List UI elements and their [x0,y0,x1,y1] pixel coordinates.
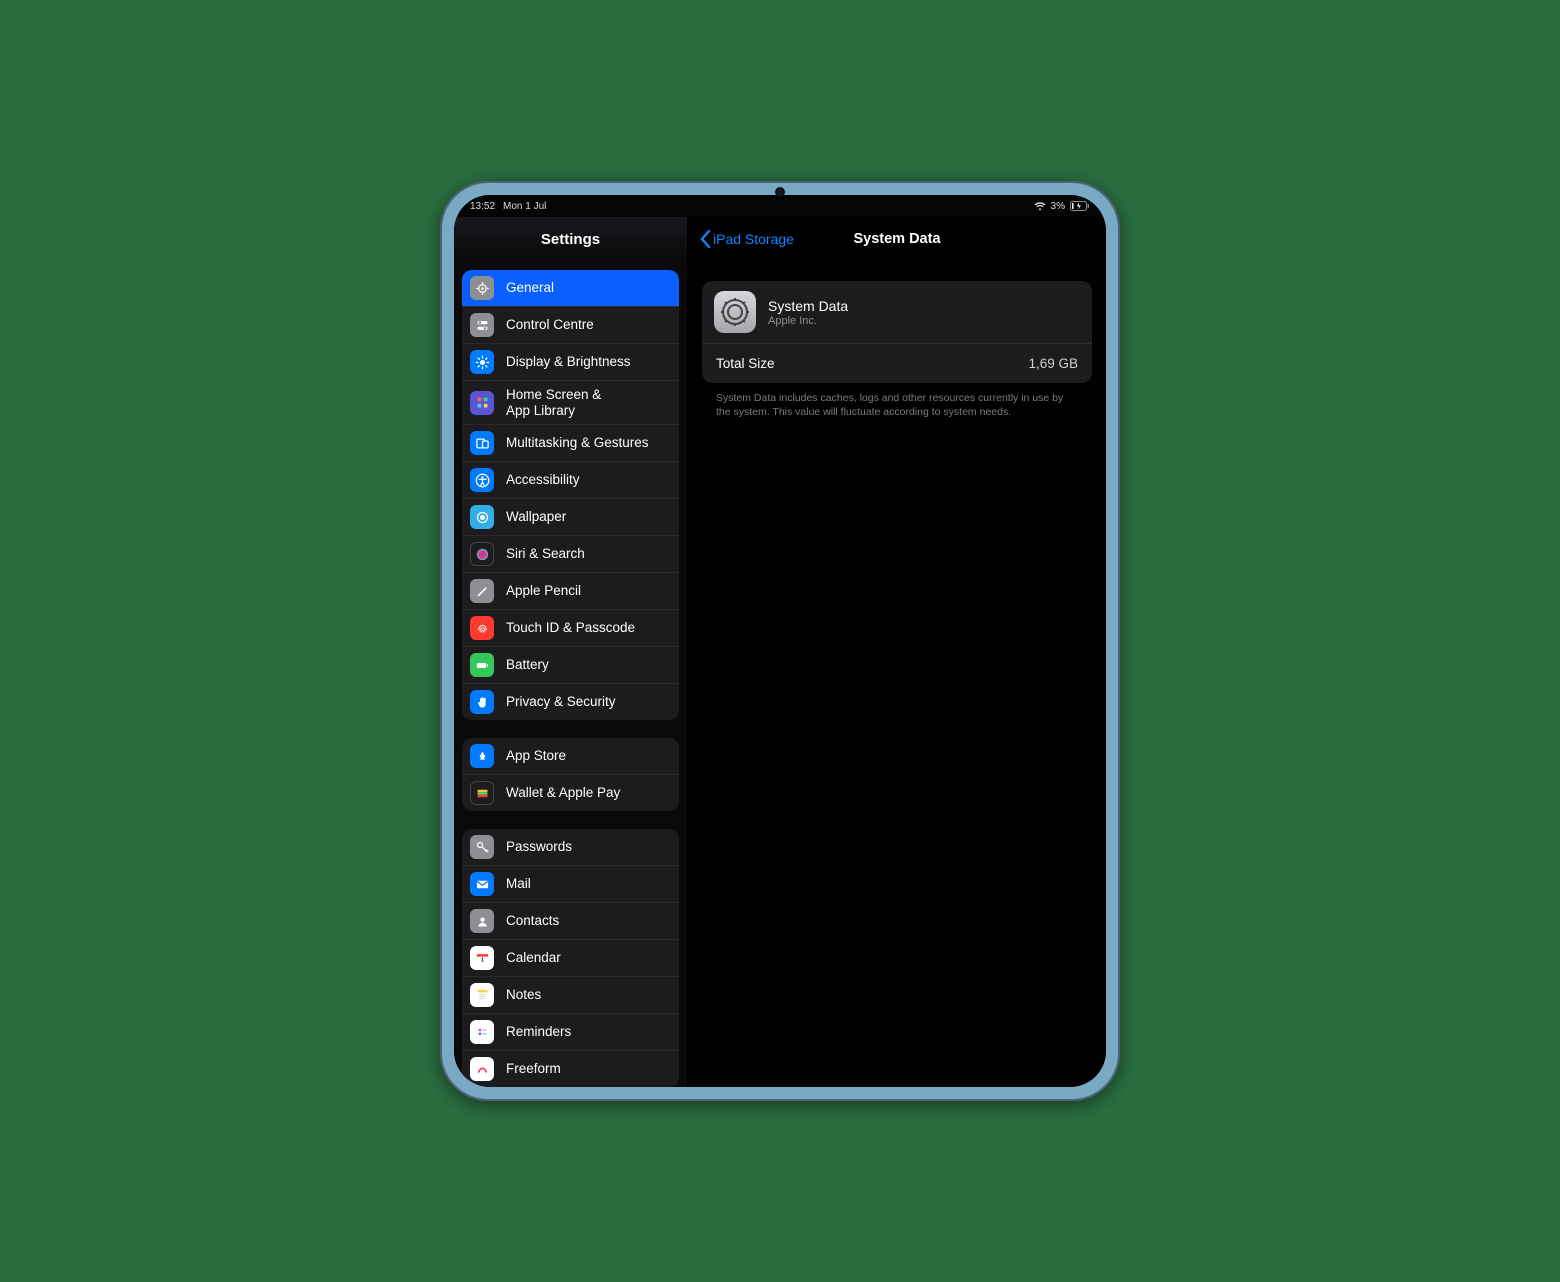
brightness-icon [470,350,494,374]
battery-percent: 3% [1051,201,1065,212]
system-data-card: System Data Apple Inc. Total Size 1,69 G… [702,281,1092,383]
sidebar-item-privacy-security[interactable]: Privacy & Security [462,684,679,720]
sidebar-item-mail[interactable]: Mail [462,866,679,903]
detail-title: System Data [853,231,940,247]
wifi-icon [1034,202,1046,211]
status-bar: 13:52 Mon 1 Jul 3% [454,195,1106,217]
back-button[interactable]: iPad Storage [700,230,794,248]
sidebar-item-label: Contacts [506,913,559,929]
key-icon [470,835,494,859]
sidebar-group: Passwords Mail Contacts 1 Calendar Notes Remin… [462,829,679,1087]
size-value: 1,69 GB [1028,356,1078,371]
sidebar-item-wallpaper[interactable]: Wallpaper [462,499,679,536]
sidebar-item-label: Home Screen &App Library [506,387,601,418]
chevron-left-icon [700,230,711,248]
sidebar-item-general[interactable]: General [462,270,679,307]
notes-icon [470,983,494,1007]
touchid-icon [470,616,494,640]
gear-icon [470,276,494,300]
sidebar-item-multitasking-gestures[interactable]: Multitasking & Gestures [462,425,679,462]
sidebar-item-label: Battery [506,657,549,673]
freeform-icon [470,1057,494,1081]
app-vendor: Apple Inc. [768,315,848,327]
sidebar-item-label: Display & Brightness [506,354,631,370]
battery-icon [470,653,494,677]
total-size-row: Total Size 1,69 GB [702,344,1092,383]
sidebar-group: General Control Centre Display & Brightnes… [462,270,679,720]
sidebar-item-reminders[interactable]: Reminders [462,1014,679,1051]
sidebar-item-label: Reminders [506,1024,571,1040]
sidebar-item-label: Control Centre [506,317,594,333]
screen: 13:52 Mon 1 Jul 3% [454,195,1106,1087]
app-name: System Data [768,298,848,314]
settings-sidebar: Settings General Control Centre Display & … [454,217,688,1087]
settings-gear-icon [714,291,756,333]
sidebar-item-control-centre[interactable]: Control Centre [462,307,679,344]
detail-pane: iPad Storage System Data [688,217,1106,1087]
front-camera [777,189,783,195]
appstore-icon [470,744,494,768]
sidebar-title: Settings [454,217,687,260]
sidebar-item-notes[interactable]: Notes [462,977,679,1014]
sidebar-item-label: General [506,280,554,296]
sidebar-item-apple-pencil[interactable]: Apple Pencil [462,573,679,610]
sidebar-item-calendar[interactable]: 1 Calendar [462,940,679,977]
sidebar-item-wallet-apple-pay[interactable]: Wallet & Apple Pay [462,775,679,811]
wallpaper-icon [470,505,494,529]
sidebar-item-siri-search[interactable]: Siri & Search [462,536,679,573]
sidebar-item-label: Notes [506,987,541,1003]
wallet-icon [470,781,494,805]
sidebar-item-label: App Store [506,748,566,764]
size-label: Total Size [716,356,775,371]
sidebar-item-battery[interactable]: Battery [462,647,679,684]
multitask-icon [470,431,494,455]
sidebar-item-label: Accessibility [506,472,580,488]
calendar-icon: 1 [470,946,494,970]
sidebar-item-passwords[interactable]: Passwords [462,829,679,866]
back-label: iPad Storage [713,231,794,247]
sidebar-item-label: Multitasking & Gestures [506,435,649,451]
svg-text:1: 1 [480,957,483,963]
footer-note: System Data includes caches, logs and ot… [702,383,1092,419]
sidebar-item-freeform[interactable]: Freeform [462,1051,679,1087]
battery-charging-icon [1070,201,1090,211]
sidebar-item-label: Mail [506,876,531,892]
sidebar-group: App Store Wallet & Apple Pay [462,738,679,811]
pencil-icon [470,579,494,603]
sidebar-item-label: Freeform [506,1061,561,1077]
sidebar-item-label: Touch ID & Passcode [506,620,635,636]
sidebar-item-display-brightness[interactable]: Display & Brightness [462,344,679,381]
sidebar-item-label: Wallpaper [506,509,566,525]
sidebar-item-label: Apple Pencil [506,583,581,599]
accessibility-icon [470,468,494,492]
detail-navbar: iPad Storage System Data [688,217,1106,261]
sidebar-item-label: Siri & Search [506,546,585,562]
mail-icon [470,872,494,896]
sidebar-item-home-screen-app-library[interactable]: Home Screen &App Library [462,381,679,425]
siri-icon [470,542,494,566]
sidebar-item-label: Calendar [506,950,561,966]
switches-icon [470,313,494,337]
sidebar-item-label: Privacy & Security [506,694,616,710]
ipad-frame: 13:52 Mon 1 Jul 3% [440,181,1120,1101]
reminders-icon [470,1020,494,1044]
sidebar-item-contacts[interactable]: Contacts [462,903,679,940]
grid-icon [470,391,494,415]
contacts-icon [470,909,494,933]
sidebar-item-label: Wallet & Apple Pay [506,785,620,801]
hand-icon [470,690,494,714]
sidebar-item-label: Passwords [506,839,572,855]
card-header: System Data Apple Inc. [702,281,1092,344]
sidebar-item-accessibility[interactable]: Accessibility [462,462,679,499]
status-time: 13:52 [470,201,495,212]
sidebar-item-touch-id-passcode[interactable]: Touch ID & Passcode [462,610,679,647]
sidebar-item-app-store[interactable]: App Store [462,738,679,775]
status-date: Mon 1 Jul [503,201,546,212]
